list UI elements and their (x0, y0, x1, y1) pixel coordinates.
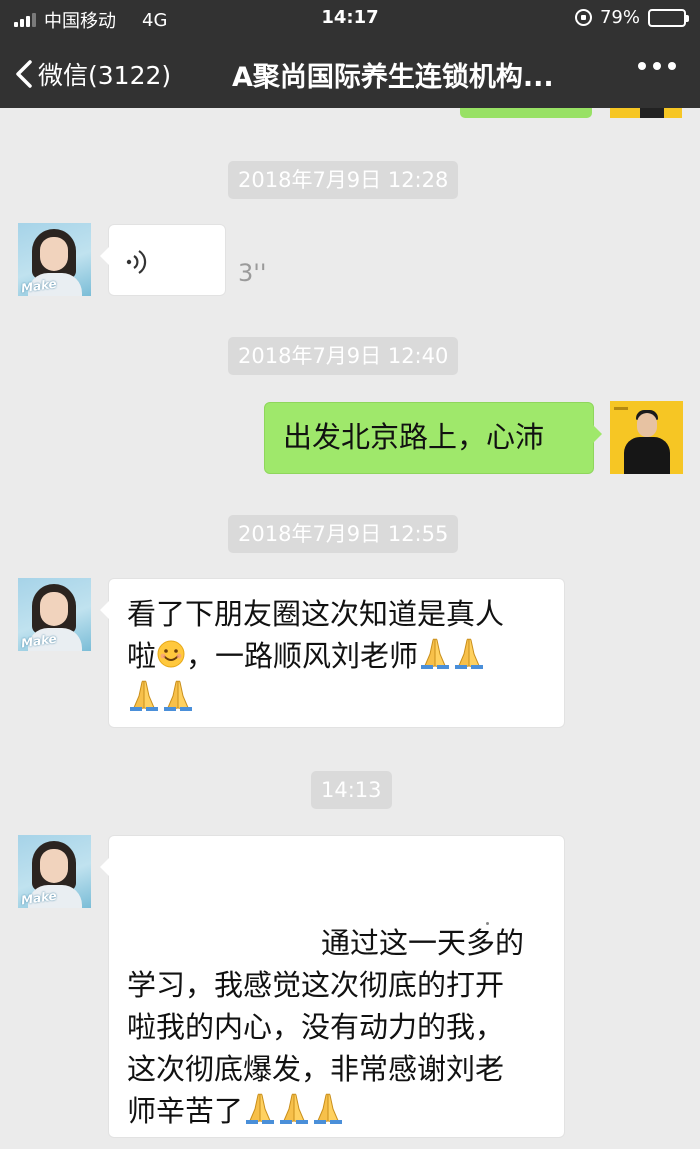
rotation-lock-icon (574, 9, 592, 26)
avatar[interactable]: Make (18, 578, 91, 651)
back-label: 微信(3122) (38, 61, 172, 90)
chevron-left-icon (16, 60, 32, 88)
message-text-line: 啦我的内心，没有动力的我， (127, 1010, 505, 1044)
praying-hands-icon (246, 1093, 275, 1124)
voice-duration: 3'' (238, 259, 267, 287)
received-message-bubble[interactable]: 通过这一天多的 学习，我感觉这次彻底的打开 啦我的内心，没有动力的我， 这次彻底… (100, 835, 565, 1138)
timestamp: 2018年7月9日 12:28 (228, 161, 459, 199)
timestamp: 2018年7月9日 12:55 (228, 515, 459, 553)
received-message-bubble[interactable]: 看了下朋友圈这次知道是真人 啦 ，一路顺风刘老师 (100, 578, 565, 728)
message-text-line: 这次彻底爆发，非常感谢刘老 (127, 1052, 505, 1086)
sent-message-bubble[interactable]: 出发北京路上，心沛 (264, 402, 602, 474)
more-dots-icon[interactable] (638, 62, 676, 70)
battery-icon (648, 8, 689, 27)
chat-title: A聚尚国际养生连锁机构... (232, 62, 554, 93)
message-text-line: ，一路顺风刘老师 (186, 639, 419, 673)
avatar[interactable]: Make (18, 835, 91, 908)
message-text-line: 学习，我感觉这次彻底的打开 (127, 968, 505, 1002)
timestamp: 2018年7月9日 12:40 (228, 337, 459, 375)
avatar[interactable]: Make (18, 223, 91, 296)
message-text-line: 师辛苦了 (127, 1094, 244, 1128)
nav-bar: 微信(3122) A聚尚国际养生连锁机构... (0, 36, 700, 108)
message-text-line: 通过这一天多的 (321, 926, 525, 960)
praying-hands-icon (314, 1093, 343, 1124)
partial-avatar (610, 108, 682, 118)
chat-area[interactable]: 2018年7月9日 12:28 Make 3'' 2018年7月9日 12:40… (0, 108, 700, 1149)
praying-hands-icon (130, 680, 158, 711)
praying-hands-icon (280, 1093, 309, 1124)
partial-sent-bubble (460, 108, 592, 118)
praying-hands-icon (455, 638, 484, 669)
praying-hands-icon (421, 638, 450, 669)
my-avatar[interactable] (610, 401, 683, 474)
smile-emoji-icon (157, 640, 185, 668)
message-text-line: 啦 (127, 639, 157, 673)
praying-hands-icon (164, 680, 192, 711)
back-button[interactable]: 微信(3122) (14, 56, 171, 92)
top-bar: 中国移动 4G 14:17 79% 微信(3122) A聚尚国际养生连锁机构..… (0, 0, 700, 108)
battery-percent: 79% (599, 7, 640, 28)
message-text-line: 看了下朋友圈这次知道是真人 (127, 597, 505, 631)
voice-message-bubble[interactable] (100, 224, 226, 296)
voice-wave-icon (126, 250, 147, 274)
timestamp: 14:13 (311, 771, 392, 809)
message-text: 出发北京路上，心沛 (283, 420, 545, 454)
status-bar: 中国移动 4G 14:17 79% (0, 0, 700, 36)
